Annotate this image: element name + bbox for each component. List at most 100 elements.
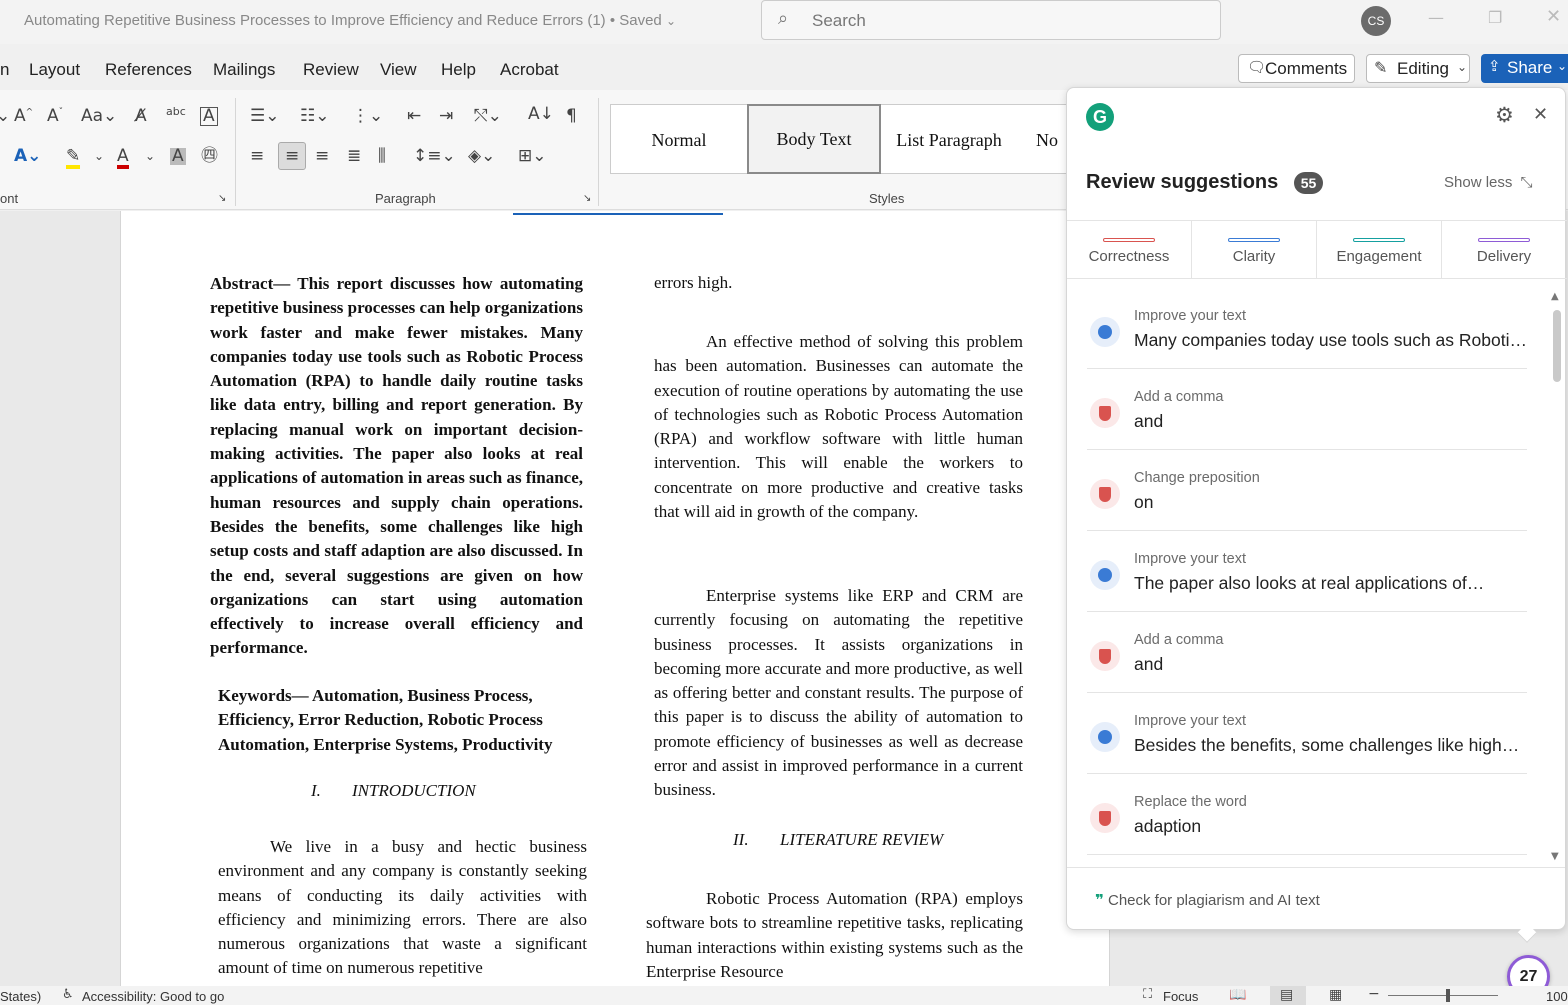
focus-button[interactable]: Focus [1163,989,1198,1004]
numbering-icon[interactable]: ☷⌄ [300,108,329,125]
search-icon: ⌕ [778,8,789,29]
lit-heading: LITERATURE REVIEW [780,830,944,849]
style-list-paragraph[interactable]: List Paragraph [885,106,1013,174]
text-effects-icon[interactable]: abc [166,106,186,117]
suggestion-list: Improve your text Many companies today u… [1067,288,1551,866]
borders-icon[interactable]: ⊞⌄ [518,148,547,165]
multilevel-list-icon[interactable]: ⋮⌄ [352,108,383,125]
close-icon[interactable]: ✕ [1533,106,1548,124]
character-border-icon[interactable]: A [200,107,218,126]
clarity-icon [1090,317,1120,347]
line-spacing-icon[interactable]: ↕≡⌄ [413,148,456,165]
tab-view[interactable]: View [380,60,417,80]
tab-clarity[interactable]: Clarity [1192,238,1316,276]
font-dropdown-icon[interactable]: ⌄ [0,108,10,125]
tab-correctness[interactable]: Correctness [1067,238,1191,276]
chevron-down-icon: ⌄ [665,14,677,28]
style-normal[interactable]: Normal [615,106,743,174]
search-box[interactable]: ⌕ Search [761,0,1221,40]
close-window-icon[interactable]: ✕ [1546,8,1561,26]
align-center-icon[interactable]: ≡ [278,142,306,170]
scroll-up-arrow-icon[interactable]: ▲ [1551,292,1559,302]
comments-button[interactable]: 🗨 Comments [1238,54,1355,83]
align-left-icon[interactable]: ≡ [250,148,264,165]
suggestion-card[interactable]: Add a comma and [1087,612,1527,693]
accessibility-status[interactable]: Accessibility: Good to go [82,989,224,1004]
tab-engagement[interactable]: Engagement [1317,238,1441,276]
highlighter-icon[interactable]: ✎ [66,148,81,169]
suggestion-card[interactable]: Add a comma and [1087,369,1527,450]
decrease-indent-icon[interactable]: ⇤ [407,108,421,125]
suggestion-card[interactable]: Replace the word adaption [1087,774,1527,855]
text-effects-color-icon[interactable]: A⌄ [14,148,41,165]
shading-icon[interactable]: ◈⌄ [468,148,495,165]
zoom-slider-thumb[interactable] [1446,989,1450,1002]
change-case-icon[interactable]: Aa⌄ [81,108,117,125]
suggestion-card[interactable]: Improve your text Besides the benefits, … [1087,693,1527,774]
tab-mailings[interactable]: Mailings [213,60,275,80]
enclose-characters-icon[interactable]: ㊃ [201,148,218,165]
suggestion-card[interactable]: Change preposition on [1087,450,1527,531]
grow-font-icon[interactable]: A^ [14,108,33,125]
styles-group-label: Styles [869,191,905,206]
suggestion-card[interactable]: Improve your text Many companies today u… [1087,288,1527,369]
shrink-font-icon[interactable]: Aˇ [47,108,63,125]
plagiarism-check-button[interactable]: ❞ Check for plagiarism and AI text [1095,892,1320,909]
avatar[interactable]: CS [1361,6,1391,36]
tab-acrobat[interactable]: Acrobat [500,60,559,80]
correctness-shield-icon [1090,641,1120,671]
show-less-button[interactable]: Show less ⤡ [1444,174,1533,191]
tab-delivery[interactable]: Delivery [1442,238,1566,276]
sort-icon[interactable]: A↓ [528,106,554,123]
print-layout-icon[interactable]: ▤ [1280,988,1293,1002]
scrollbar-thumb[interactable] [1553,310,1561,382]
web-layout-icon[interactable]: ▦ [1329,988,1342,1002]
document-page[interactable]: Abstract— This report discusses how auto… [120,211,1110,986]
tab-help[interactable]: Help [441,60,476,80]
show-formatting-marks-icon[interactable]: ¶ [566,108,577,125]
read-mode-icon[interactable]: 📖 [1229,988,1246,1002]
intro-heading: INTRODUCTION [352,781,476,800]
font-color-icon[interactable]: A [117,148,129,169]
distributed-icon[interactable]: ⫼ [378,148,386,165]
suggestion-card[interactable]: Improve your text The paper also looks a… [1087,531,1527,612]
tab-review[interactable]: Review [303,60,359,80]
text-direction-icon[interactable]: ⤲⌄ [474,108,502,125]
chevron-down-icon: ⌄ [1457,60,1468,74]
style-no-spacing[interactable]: No [1036,106,1066,174]
zoom-level[interactable]: 100 [1546,989,1568,1004]
font-group-label: ont [0,191,19,206]
zoom-slider[interactable] [1388,995,1498,996]
share-button[interactable]: ⇪ Share ⌄ [1481,54,1568,83]
chevron-down-icon[interactable]: ⌄ [145,150,155,162]
link-fragment[interactable] [513,203,723,215]
divider [1067,278,1567,279]
zoom-out-icon[interactable]: − [1368,987,1380,1001]
keywords-paragraph: Keywords— Automation, Business Process, … [218,686,553,754]
intro-paragraph: We live in a busy and hectic business en… [218,837,587,978]
document-title[interactable]: Automating Repetitive Business Processes… [24,12,676,29]
suggestion-count-badge: 55 [1294,172,1323,194]
gear-icon[interactable]: ⚙ [1495,105,1514,126]
tab-references[interactable]: References [105,60,192,80]
font-dialog-launcher-icon[interactable]: ↘ [218,194,226,204]
justify-icon[interactable]: ≣ [347,148,361,165]
restore-icon[interactable]: ❐ [1488,10,1502,26]
clarity-icon [1090,560,1120,590]
chevron-down-icon[interactable]: ⌄ [94,150,104,162]
tab-home[interactable]: n [0,60,9,80]
minimize-icon[interactable]: — [1428,10,1444,26]
align-right-icon[interactable]: ≡ [315,148,329,165]
tab-layout[interactable]: Layout [29,60,80,80]
intro-section-number: I. [311,781,321,800]
language-status[interactable]: States) [0,989,41,1004]
character-shading-icon[interactable]: A [170,148,186,165]
scroll-down-arrow-icon[interactable]: ▼ [1551,852,1559,862]
editing-button[interactable]: ✎ Editing ⌄ [1366,54,1470,83]
increase-indent-icon[interactable]: ⇥ [439,108,453,125]
style-body-text[interactable]: Body Text [747,104,881,174]
bullets-icon[interactable]: ☰⌄ [250,108,279,125]
accessibility-icon: ♿ [62,987,74,1002]
right-paragraph-0: errors high. [654,273,733,292]
clear-formatting-icon[interactable]: A̸ [135,108,147,125]
